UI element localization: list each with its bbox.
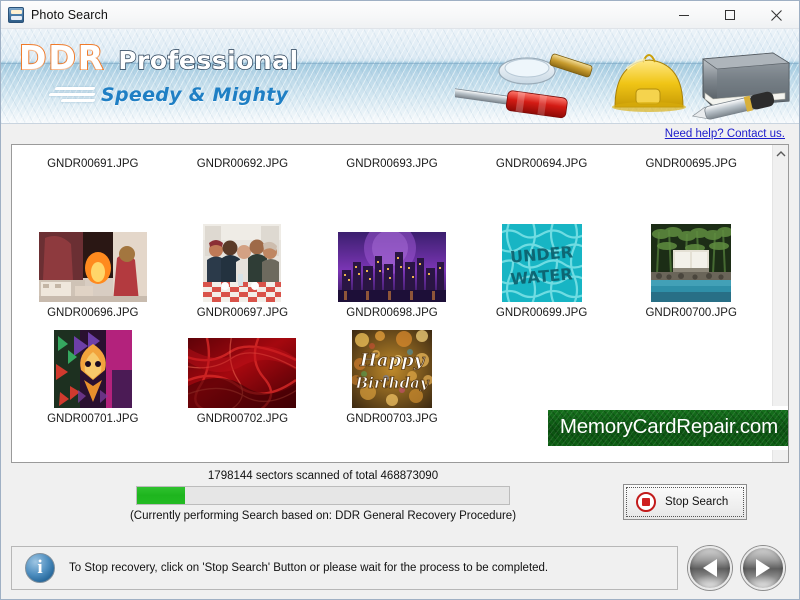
list-item[interactable]: GNDR00692.JPG — [168, 145, 318, 213]
banner-tools-artwork — [455, 52, 791, 120]
file-name: GNDR00694.JPG — [495, 158, 588, 170]
list-item[interactable]: GNDR00696.JPG — [18, 213, 168, 319]
file-name: GNDR00703.JPG — [346, 413, 438, 425]
recovered-files-panel: GNDR00691.JPG GNDR00692.JPG GNDR00693.JP… — [11, 144, 789, 463]
photo-search-window: Photo Search DDR Professional Speedy & M… — [0, 0, 800, 600]
list-item[interactable]: GNDR00697.JPG — [168, 213, 318, 319]
list-item[interactable]: GNDR00701.JPG — [18, 319, 168, 425]
file-name: GNDR00700.JPG — [645, 307, 737, 319]
list-item[interactable]: GNDR00694.JPG — [467, 145, 617, 213]
brand-name: DDR — [18, 38, 106, 77]
back-arrow-icon — [703, 559, 717, 577]
thumbnail-city-skyline-purple-photo[interactable] — [337, 232, 446, 302]
watermark-text: MemoryCardRepair.com — [548, 410, 788, 446]
file-name: GNDR00698.JPG — [346, 307, 438, 319]
recovery-procedure-text: (Currently performing Search based on: D… — [129, 510, 517, 522]
thumbnail-red-silk-fabric-photo[interactable] — [188, 338, 297, 408]
list-item[interactable]: Happy Birthday GNDR00703.JPG — [317, 319, 467, 425]
list-item[interactable]: UNDER WATER GNDR00699.JPG — [467, 213, 617, 319]
watermark-banner: MemoryCardRepair.com — [543, 406, 788, 450]
info-circle-icon: i — [25, 553, 55, 583]
file-name: GNDR00702.JPG — [196, 413, 289, 425]
file-name: GNDR00699.JPG — [495, 307, 588, 319]
scan-progress-bar — [136, 486, 510, 505]
list-item[interactable]: GNDR00693.JPG — [317, 145, 467, 213]
file-name: GNDR00695.JPG — [645, 158, 737, 170]
progress-left: 1798144 sectors scanned of total 4688730… — [11, 470, 623, 522]
contact-us-link[interactable]: Need help? Contact us. — [665, 128, 785, 140]
file-name: GNDR00701.JPG — [47, 413, 139, 425]
brand-edition: Professional — [118, 46, 299, 75]
list-item[interactable]: GNDR00698.JPG — [317, 213, 467, 319]
file-name: GNDR00691.JPG — [47, 158, 139, 170]
forward-arrow-icon — [756, 559, 770, 577]
maximize-button[interactable] — [707, 1, 753, 29]
info-message-box: i To Stop recovery, click on 'Stop Searc… — [11, 546, 678, 590]
forward-button[interactable] — [741, 546, 785, 590]
back-button[interactable] — [688, 546, 732, 590]
svg-text:Birthday: Birthday — [354, 374, 429, 392]
info-message-text: To Stop recovery, click on 'Stop Search'… — [69, 562, 549, 574]
chevron-up-icon[interactable] — [773, 145, 788, 162]
thumbnail-happy-birthday-bokeh-photo[interactable]: Happy Birthday — [351, 330, 432, 408]
navigation-buttons — [688, 546, 789, 590]
footer-bar: i To Stop recovery, click on 'Stop Searc… — [1, 543, 799, 599]
file-name: GNDR00696.JPG — [47, 307, 139, 319]
brand-tagline: Speedy & Mighty — [101, 84, 289, 106]
list-item[interactable]: GNDR00700.JPG — [616, 213, 766, 319]
list-item[interactable]: GNDR00691.JPG — [18, 145, 168, 213]
scan-status-text: 1798144 sectors scanned of total 4688730… — [207, 470, 439, 482]
speed-lines-icon — [48, 87, 96, 105]
title-bar: Photo Search — [1, 1, 799, 29]
minimize-button[interactable] — [661, 1, 707, 29]
stop-circle-icon — [636, 492, 656, 512]
stop-search-label: Stop Search — [665, 496, 729, 508]
app-icon — [8, 6, 24, 23]
thumbnail-under-water-pool-photo[interactable]: UNDER WATER — [501, 224, 582, 302]
brand-logo: DDR Professional Speedy & Mighty — [18, 38, 299, 106]
svg-text:Happy: Happy — [359, 350, 426, 371]
thumbnail-abstract-fractal-photo[interactable] — [53, 330, 132, 408]
list-item[interactable]: GNDR00695.JPG — [616, 145, 766, 213]
brand-banner: DDR Professional Speedy & Mighty — [1, 29, 799, 124]
progress-right: Stop Search — [623, 470, 789, 520]
thumbnail-friends-at-table-photo[interactable] — [203, 224, 282, 302]
file-name: GNDR00697.JPG — [196, 307, 289, 319]
scan-progress-fill — [137, 487, 186, 504]
file-row-middle: GNDR00696.JPG GNDR00697.JPG GNDR00698.JP… — [12, 213, 772, 319]
list-item[interactable]: GNDR00702.JPG — [168, 319, 318, 425]
thumbnail-fireplace-christmas-photo[interactable] — [38, 232, 147, 302]
file-name: GNDR00693.JPG — [346, 158, 438, 170]
thumbnail-palm-trees-poolside-photo[interactable] — [651, 224, 732, 302]
close-button[interactable] — [753, 1, 799, 29]
main-content: GNDR00691.JPG GNDR00692.JPG GNDR00693.JP… — [1, 144, 799, 543]
file-name: GNDR00692.JPG — [196, 158, 289, 170]
stop-search-button[interactable]: Stop Search — [623, 484, 747, 520]
help-bar: Need help? Contact us. — [1, 124, 799, 144]
window-title: Photo Search — [31, 7, 108, 22]
progress-area: 1798144 sectors scanned of total 4688730… — [11, 463, 789, 543]
window-controls — [661, 1, 799, 29]
file-row-top: GNDR00691.JPG GNDR00692.JPG GNDR00693.JP… — [12, 145, 772, 213]
